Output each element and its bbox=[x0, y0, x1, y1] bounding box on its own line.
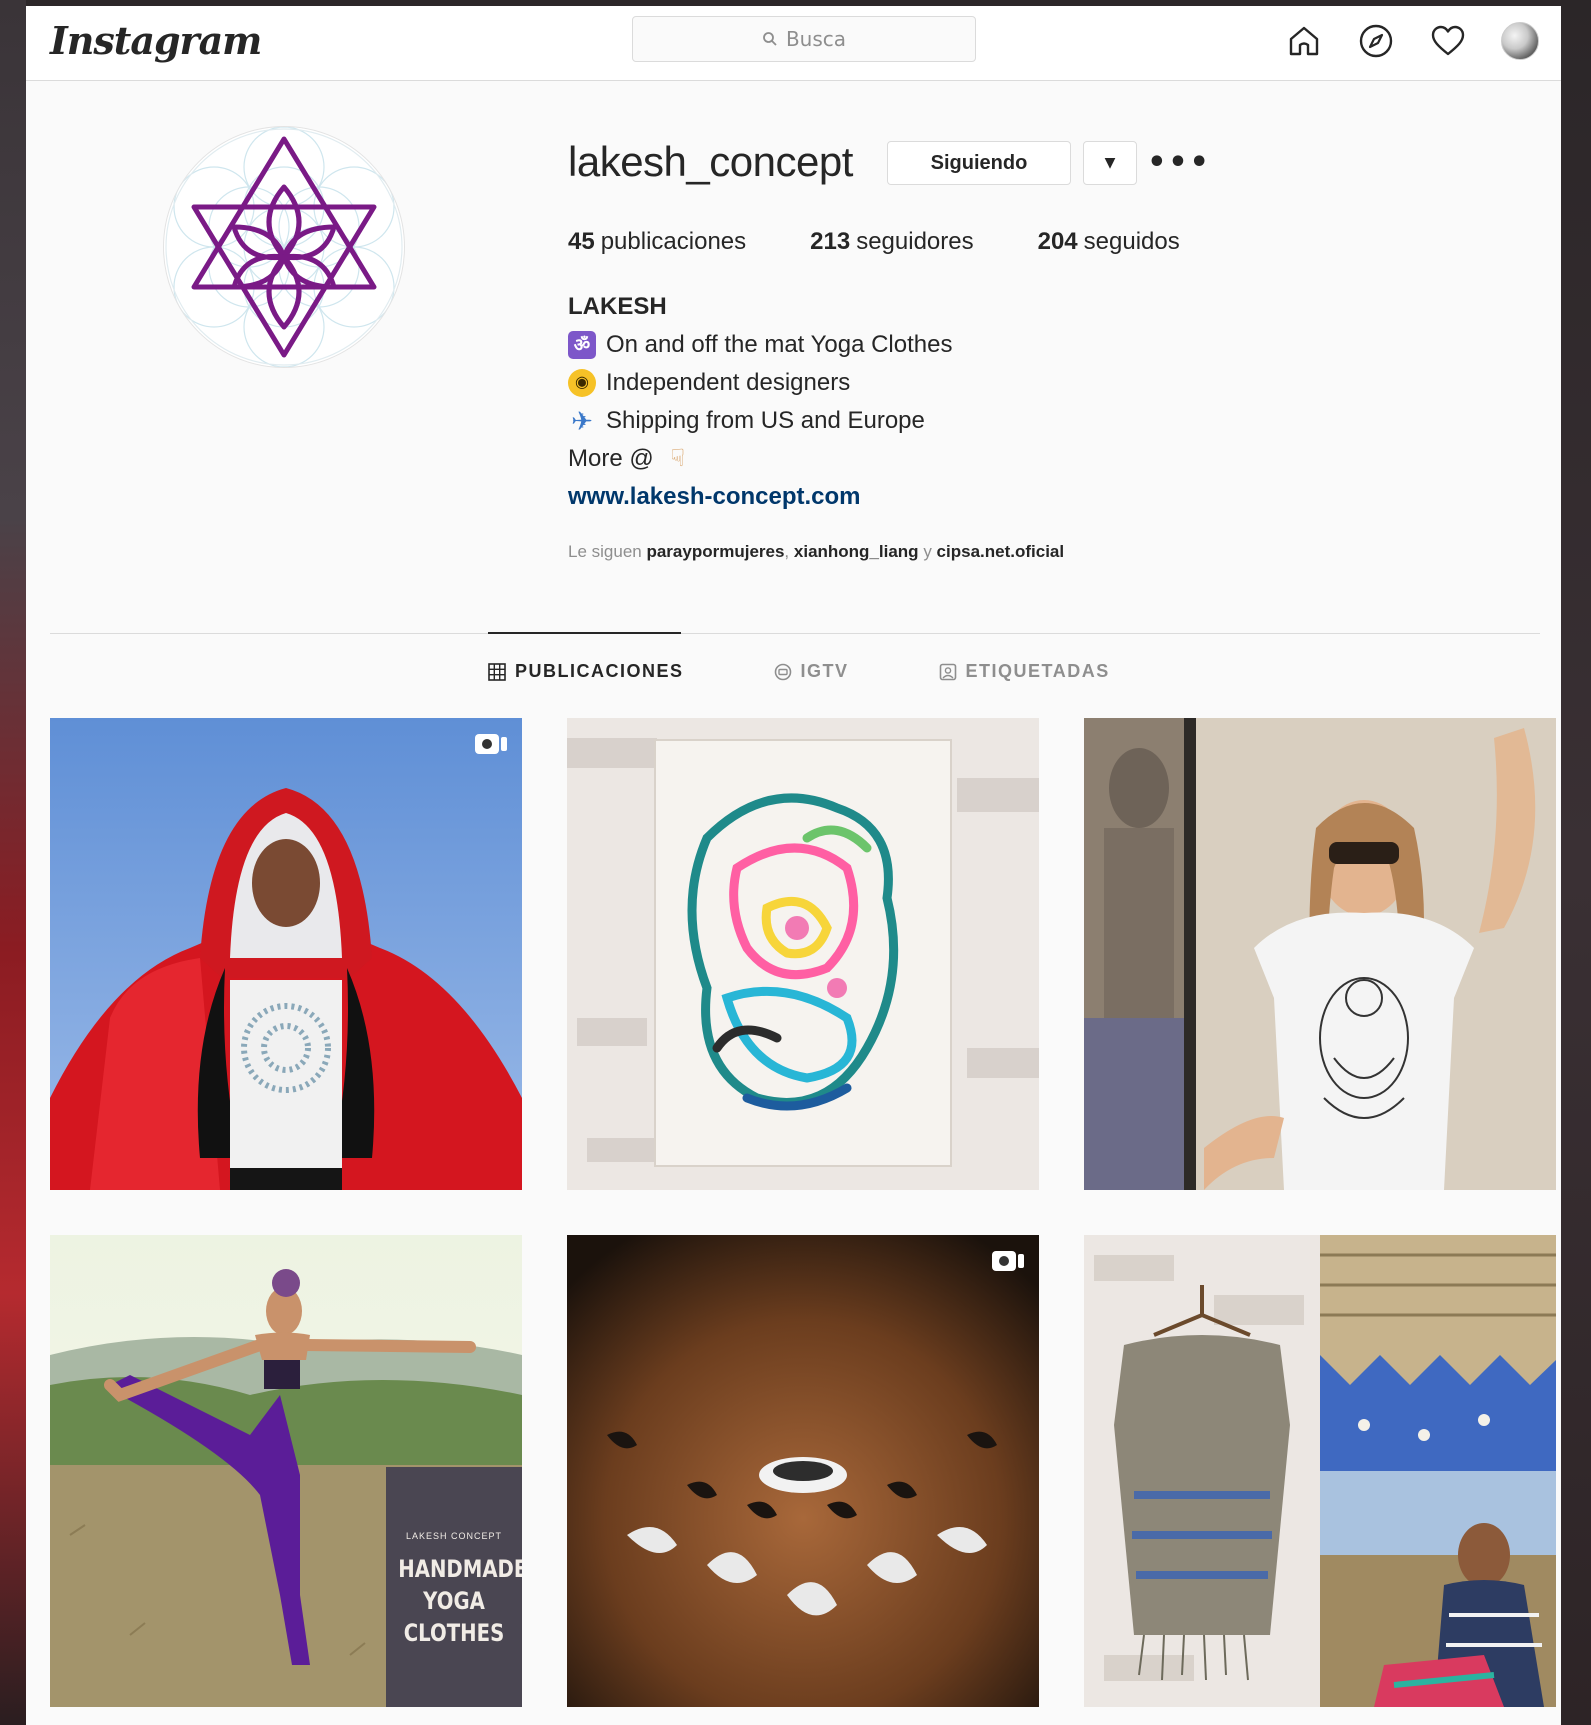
video-post-icon bbox=[992, 1251, 1024, 1271]
followers-label: seguidores bbox=[856, 228, 974, 255]
followed-by-text: Le siguen paraypormujeres, xianhong_lian… bbox=[568, 542, 1064, 562]
more-options-button[interactable]: ••• bbox=[1147, 145, 1209, 180]
desktop-backdrop-right bbox=[1561, 0, 1591, 1725]
tagged-user-icon bbox=[939, 663, 956, 680]
caret-down-icon: ▼ bbox=[1104, 155, 1116, 171]
airplane-emoji-icon: ✈ bbox=[571, 406, 593, 436]
post-thumbnail[interactable] bbox=[567, 1235, 1039, 1707]
avatar bbox=[1501, 22, 1539, 60]
tab-label: PUBLICACIONES bbox=[515, 661, 684, 681]
post-image bbox=[1084, 718, 1556, 1190]
igtv-icon bbox=[774, 663, 791, 680]
profile-tabs: PUBLICACIONES IGTV ETIQUETADAS bbox=[488, 661, 1110, 682]
post-thumbnail[interactable] bbox=[567, 718, 1039, 1190]
profile-stats: 45 publicaciones 213 seguidores 204 segu… bbox=[568, 228, 1180, 256]
poster-overlay: LAKESH CONCEPT HANDMADE YOGA CLOTHES bbox=[386, 1467, 522, 1707]
instagram-logo[interactable]: Instagram bbox=[50, 18, 262, 63]
separator-comma: , bbox=[784, 542, 790, 561]
active-tab-indicator bbox=[488, 632, 681, 634]
separator-and: y bbox=[923, 542, 932, 561]
more-dots-icon: ••• bbox=[1147, 144, 1211, 180]
nav-icon-group bbox=[1285, 22, 1539, 60]
video-post-icon bbox=[475, 734, 507, 754]
browser-window: Instagram Busca lakesh_concept Siguiendo… bbox=[26, 6, 1561, 1725]
search-placeholder: Busca bbox=[785, 27, 847, 51]
top-navigation: Instagram Busca bbox=[26, 6, 1561, 81]
pointing-down-emoji-icon: ☟ bbox=[670, 445, 686, 472]
follower-link[interactable]: xianhong_liang bbox=[794, 542, 919, 561]
poster-brand: LAKESH CONCEPT bbox=[405, 1531, 503, 1541]
profile-username: lakesh_concept bbox=[568, 138, 853, 185]
following-stat[interactable]: 204 seguidos bbox=[1038, 228, 1180, 256]
bio-line: ॐ On and off the mat Yoga Clothes bbox=[568, 326, 952, 364]
follower-link[interactable]: paraypormujeres bbox=[646, 542, 784, 561]
profile-bio: LAKESH ॐ On and off the mat Yoga Clothes… bbox=[568, 288, 952, 516]
following-count: 204 bbox=[1037, 228, 1078, 255]
bio-line: ✈ Shipping from US and Europe bbox=[568, 402, 952, 440]
poster-line: YOGA bbox=[423, 1587, 485, 1615]
tab-etiquetadas[interactable]: ETIQUETADAS bbox=[939, 661, 1110, 682]
website-link[interactable]: www.lakesh-concept.com bbox=[568, 483, 861, 510]
om-emoji-icon: ॐ bbox=[568, 331, 596, 359]
follower-link[interactable]: cipsa.net.oficial bbox=[937, 542, 1065, 561]
search-input[interactable]: Busca bbox=[632, 16, 976, 62]
bio-text: More @ bbox=[568, 445, 654, 472]
desktop-backdrop-left bbox=[0, 0, 26, 1725]
home-icon[interactable] bbox=[1285, 22, 1323, 60]
explore-icon[interactable] bbox=[1357, 22, 1395, 60]
bio-text: On and off the mat Yoga Clothes bbox=[606, 331, 953, 358]
posts-label: publicaciones bbox=[600, 228, 747, 255]
tab-publicaciones[interactable]: PUBLICACIONES bbox=[488, 661, 684, 682]
bio-text: Shipping from US and Europe bbox=[606, 407, 925, 434]
post-image bbox=[567, 718, 1039, 1190]
sunglasses-emoji-icon: ◉ bbox=[568, 369, 596, 397]
followed-by-prefix: Le siguen bbox=[568, 542, 642, 561]
profile-full-name: LAKESH bbox=[568, 293, 667, 320]
tabs-divider bbox=[50, 633, 1540, 634]
posts-count: 45 bbox=[568, 228, 595, 255]
profile-picture[interactable] bbox=[163, 126, 405, 368]
following-label: seguidos bbox=[1083, 228, 1180, 255]
lakesh-logo-icon bbox=[165, 127, 403, 367]
followers-count: 213 bbox=[810, 228, 851, 255]
tab-label: ETIQUETADAS bbox=[965, 661, 1110, 681]
grid-icon bbox=[488, 662, 506, 681]
suggestions-dropdown-button[interactable]: ▼ bbox=[1083, 141, 1137, 185]
following-button[interactable]: Siguiendo bbox=[887, 141, 1071, 185]
posts-stat: 45 publicaciones bbox=[568, 228, 746, 256]
poster-line: HANDMADE bbox=[398, 1555, 522, 1583]
bio-text: Independent designers bbox=[606, 369, 851, 396]
post-image bbox=[50, 718, 522, 1190]
post-thumbnail[interactable] bbox=[50, 718, 522, 1190]
search-icon bbox=[763, 32, 777, 46]
bio-line: More @ ☟ bbox=[568, 440, 952, 478]
followers-stat[interactable]: 213 seguidores bbox=[810, 228, 973, 256]
poster-headline: HANDMADE YOGA CLOTHES bbox=[398, 1553, 522, 1649]
post-image bbox=[567, 1235, 1039, 1707]
profile-avatar[interactable] bbox=[1501, 22, 1539, 60]
bio-line: ◉ Independent designers bbox=[568, 364, 952, 402]
post-image bbox=[1084, 1235, 1556, 1707]
post-thumbnail[interactable]: LAKESH CONCEPT HANDMADE YOGA CLOTHES bbox=[50, 1235, 522, 1707]
post-thumbnail[interactable] bbox=[1084, 718, 1556, 1190]
heart-icon[interactable] bbox=[1429, 22, 1467, 60]
post-thumbnail[interactable] bbox=[1084, 1235, 1556, 1707]
poster-line: CLOTHES bbox=[403, 1619, 505, 1647]
tab-igtv[interactable]: IGTV bbox=[774, 661, 849, 682]
tab-label: IGTV bbox=[800, 661, 849, 681]
